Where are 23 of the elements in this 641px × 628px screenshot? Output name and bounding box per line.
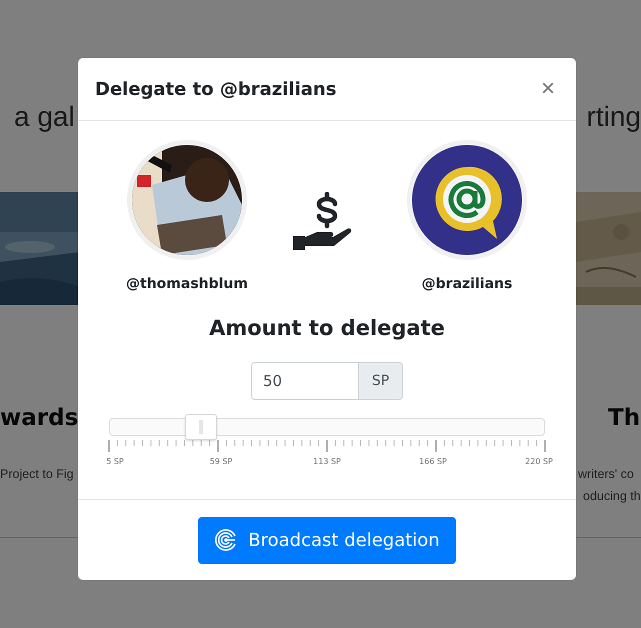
card-text: Project to Fig: [0, 467, 75, 481]
tick-label: 59 SP: [208, 457, 234, 466]
card-title: Th: [607, 405, 641, 431]
subtitle-text: rting: [586, 100, 641, 134]
card-text: writers' co: [577, 467, 635, 481]
broadcast-icon: [214, 528, 238, 552]
tick-label: 220 SP: [524, 457, 554, 466]
tick-label: 166 SP: [418, 457, 448, 466]
slider-handle[interactable]: [184, 414, 217, 440]
username: @brazilians: [422, 276, 512, 292]
dialog-title: Delegate to @brazilians: [95, 78, 336, 100]
close-button[interactable]: ×: [536, 77, 559, 101]
tick-label: 113 SP: [312, 457, 342, 466]
amount-heading: Amount to delegate: [209, 316, 445, 340]
unit-label: SP: [359, 362, 403, 400]
card-title: wards: [0, 405, 80, 431]
amount-input[interactable]: 50: [251, 362, 359, 400]
username: @thomashblum: [126, 276, 248, 292]
at-speech-bubble-icon: [412, 145, 522, 255]
subtitle-text: a gal: [14, 100, 75, 134]
tick-label: 5 SP: [105, 457, 125, 466]
broadcast-button[interactable]: Broadcast delegation: [198, 516, 456, 564]
card-text: oducing th: [582, 489, 641, 503]
